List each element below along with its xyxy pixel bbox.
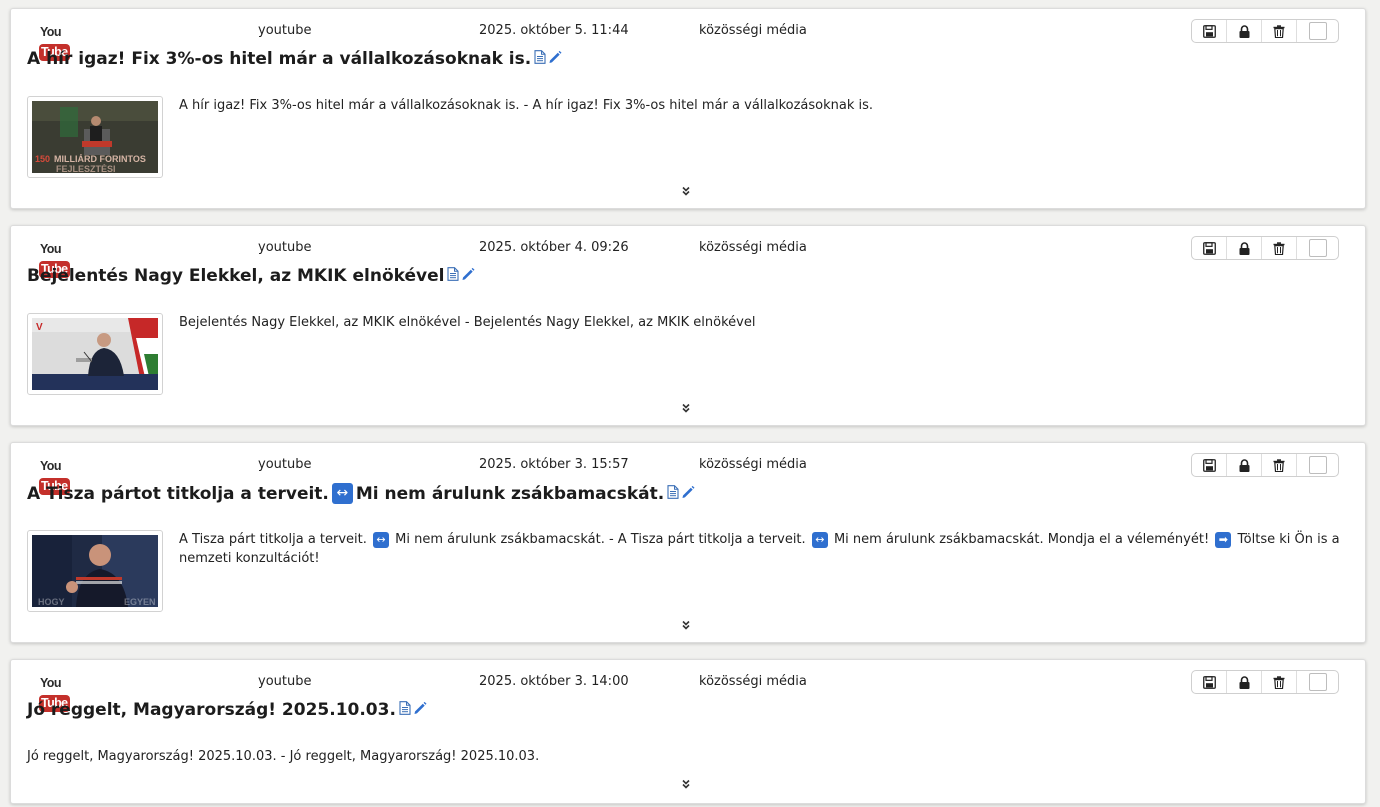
post-date: 2025. október 3. 15:57 [479, 457, 629, 472]
post-title-text[interactable]: Mi nem árulunk zsákbamacskát. [356, 484, 664, 504]
thumbnail-frame[interactable]: V [27, 313, 163, 395]
trash-icon[interactable] [1262, 20, 1297, 42]
post-title-text[interactable]: A Tisza pártot titkolja a terveit. [27, 484, 329, 504]
select-checkbox[interactable] [1297, 20, 1338, 42]
post-meta: YouTube youtube 2025. október 3. 15:57 k… [11, 455, 1365, 495]
post-card: YouTube youtube 2025. október 4. 09:26 k… [10, 225, 1366, 426]
thumbnail-frame[interactable]: 150 MILLIÁRD FORINTOS FEJLESZTÉSI [27, 96, 163, 178]
youtube-logo-icon: YouTube [39, 676, 70, 712]
left-right-arrow-icon: ↔ [811, 531, 828, 548]
double-chevron-down-icon[interactable] [681, 398, 695, 413]
svg-text:MILLIÁRD FORINTOS: MILLIÁRD FORINTOS [54, 154, 146, 164]
svg-text:V: V [36, 322, 43, 333]
save-icon[interactable] [1192, 237, 1227, 259]
post-title-text[interactable]: Bejelentés Nagy Elekkel, az MKIK elnökév… [27, 266, 444, 286]
post-card: YouTube youtube 2025. október 3. 14:00 k… [10, 659, 1366, 804]
post-card: YouTube youtube 2025. október 5. 11:44 k… [10, 8, 1366, 209]
checkbox-box[interactable] [1308, 239, 1327, 257]
left-right-arrow-icon: ↔ [373, 531, 390, 548]
edit-pencil-icon[interactable] [413, 700, 427, 720]
svg-text:FEJLESZTÉSI: FEJLESZTÉSI [56, 164, 116, 173]
post-title-text[interactable]: Jó reggelt, Magyarország! 2025.10.03. [27, 700, 396, 720]
trash-icon[interactable] [1262, 454, 1297, 476]
post-title[interactable]: A hír igaz! Fix 3%-os hitel már a vállal… [27, 49, 1165, 69]
post-source: youtube [258, 457, 312, 472]
post-category: közösségi média [699, 457, 807, 472]
post-description: A Tisza párt titkolja a terveit. ↔ Mi ne… [179, 531, 1340, 566]
post-description: A hír igaz! Fix 3%-os hitel már a vállal… [179, 98, 874, 113]
post-category: közösségi média [699, 674, 807, 689]
post-description: Jó reggelt, Magyarország! 2025.10.03. - … [27, 749, 540, 764]
double-chevron-down-icon[interactable] [681, 181, 695, 196]
post-category: közösségi média [699, 240, 807, 255]
save-icon[interactable] [1192, 454, 1227, 476]
video-thumbnail[interactable]: V [32, 318, 158, 390]
post-source: youtube [258, 240, 312, 255]
checkbox-box[interactable] [1308, 456, 1327, 474]
double-chevron-down-icon[interactable] [681, 615, 695, 630]
select-checkbox[interactable] [1297, 671, 1338, 693]
youtube-logo-icon: YouTube [39, 242, 70, 278]
post-card: YouTube youtube 2025. október 3. 15:57 k… [10, 442, 1366, 643]
post-meta: YouTube youtube 2025. október 4. 09:26 k… [11, 238, 1365, 278]
youtube-logo-icon: YouTube [39, 459, 70, 495]
lock-icon[interactable] [1227, 454, 1262, 476]
post-toolbar [1191, 453, 1339, 477]
video-thumbnail[interactable]: HOGY EGYEN [32, 535, 158, 607]
post-toolbar [1191, 236, 1339, 260]
document-icon[interactable] [534, 49, 546, 69]
double-chevron-down-icon[interactable] [681, 774, 695, 789]
right-arrow-icon: ➡ [1215, 531, 1232, 548]
trash-icon[interactable] [1262, 237, 1297, 259]
left-right-arrow-icon: ↔ [331, 483, 353, 504]
post-title[interactable]: Bejelentés Nagy Elekkel, az MKIK elnökév… [27, 266, 1165, 286]
post-toolbar [1191, 670, 1339, 694]
svg-text:EGYEN: EGYEN [124, 597, 156, 607]
edit-pencil-icon[interactable] [681, 484, 695, 504]
document-icon[interactable] [399, 700, 411, 720]
post-date: 2025. október 3. 14:00 [479, 674, 629, 689]
post-meta: YouTube youtube 2025. október 3. 14:00 k… [11, 672, 1365, 712]
post-source: youtube [258, 674, 312, 689]
post-date: 2025. október 5. 11:44 [479, 23, 629, 38]
document-icon[interactable] [667, 484, 679, 504]
lock-icon[interactable] [1227, 237, 1262, 259]
youtube-logo-icon: YouTube [39, 25, 70, 61]
news-feed: YouTube youtube 2025. október 5. 11:44 k… [0, 0, 1380, 807]
post-description: Bejelentés Nagy Elekkel, az MKIK elnökév… [179, 315, 756, 330]
post-date: 2025. október 4. 09:26 [479, 240, 629, 255]
checkbox-box[interactable] [1308, 22, 1327, 40]
post-title[interactable]: A Tisza pártot titkolja a terveit. ↔ Mi … [27, 483, 1165, 504]
post-title-text[interactable]: A hír igaz! Fix 3%-os hitel már a vállal… [27, 49, 531, 69]
edit-pencil-icon[interactable] [548, 49, 562, 69]
svg-text:150: 150 [35, 154, 50, 164]
trash-icon[interactable] [1262, 671, 1297, 693]
post-meta: YouTube youtube 2025. október 5. 11:44 k… [11, 21, 1365, 61]
save-icon[interactable] [1192, 20, 1227, 42]
thumbnail-frame[interactable]: HOGY EGYEN [27, 530, 163, 612]
post-source: youtube [258, 23, 312, 38]
save-icon[interactable] [1192, 671, 1227, 693]
video-thumbnail[interactable]: 150 MILLIÁRD FORINTOS FEJLESZTÉSI [32, 101, 158, 173]
post-toolbar [1191, 19, 1339, 43]
edit-pencil-icon[interactable] [461, 266, 475, 286]
svg-text:HOGY: HOGY [38, 597, 65, 607]
lock-icon[interactable] [1227, 20, 1262, 42]
document-icon[interactable] [447, 266, 460, 286]
checkbox-box[interactable] [1308, 673, 1327, 691]
select-checkbox[interactable] [1297, 237, 1338, 259]
post-category: közösségi média [699, 23, 807, 38]
select-checkbox[interactable] [1297, 454, 1338, 476]
post-title[interactable]: Jó reggelt, Magyarország! 2025.10.03. [27, 700, 1165, 720]
lock-icon[interactable] [1227, 671, 1262, 693]
